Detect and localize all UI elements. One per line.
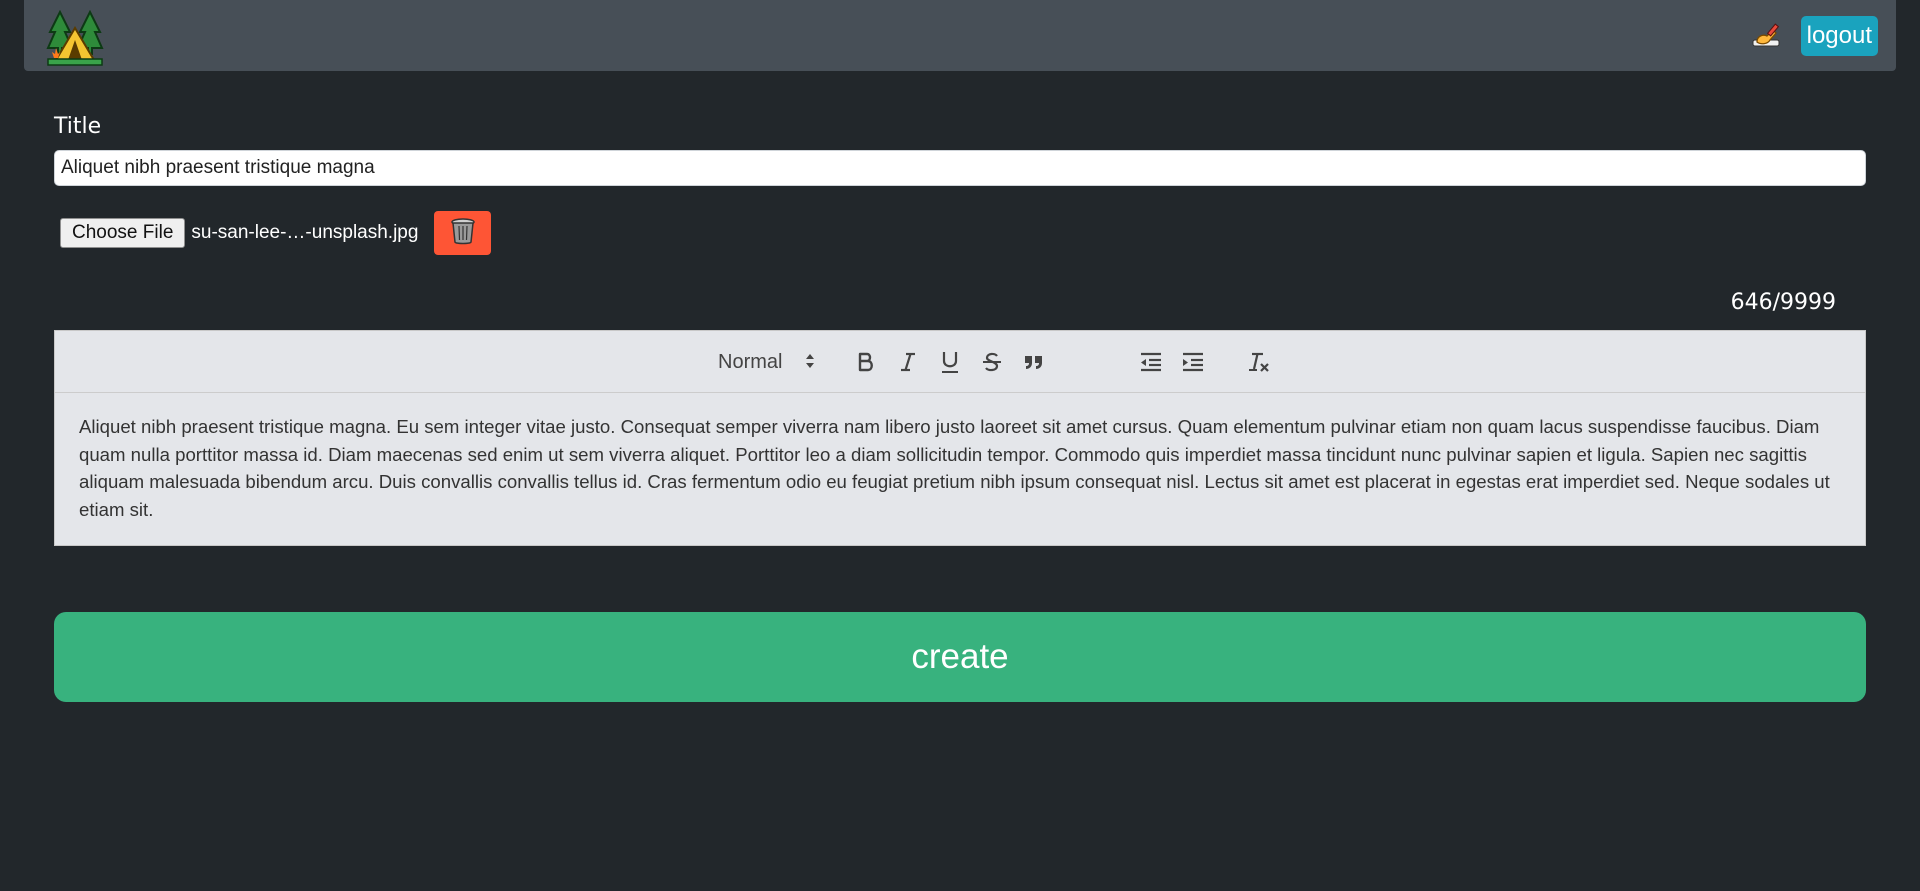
title-label: Title xyxy=(54,114,102,139)
editor-toolbar: Normal xyxy=(55,331,1865,393)
underline-icon[interactable] xyxy=(937,349,963,375)
file-upload-row: Choose File su-san-lee-…-unsplash.jpg xyxy=(54,211,1866,255)
trash-can-icon xyxy=(450,217,476,250)
heading-select-value: Normal xyxy=(718,350,783,373)
strikethrough-icon[interactable] xyxy=(979,349,1005,375)
logout-button[interactable]: logout xyxy=(1800,16,1878,56)
editor-content[interactable]: Aliquet nibh praesent tristique magna. E… xyxy=(55,393,1865,545)
create-post-form: Title Aliquet nibh praesent tristique ma… xyxy=(54,112,1866,546)
indent-icon[interactable] xyxy=(1179,349,1207,375)
outdent-icon[interactable] xyxy=(1137,349,1165,375)
rich-text-editor: Normal Aliquet nibh praesent tristique m… xyxy=(54,330,1866,546)
title-input[interactable]: Aliquet nibh praesent tristique magna xyxy=(54,150,1866,186)
create-button[interactable]: create xyxy=(54,612,1866,702)
choose-file-button[interactable]: Choose File xyxy=(60,218,186,248)
heading-select[interactable]: Normal xyxy=(718,349,818,375)
selected-file-name: su-san-lee-…-unsplash.jpg xyxy=(191,222,419,243)
italic-icon[interactable] xyxy=(895,349,921,375)
writing-hand-icon[interactable] xyxy=(1749,19,1783,53)
navbar: logout xyxy=(24,0,1896,71)
bold-icon[interactable] xyxy=(853,349,879,375)
character-counter: 646/9999 xyxy=(1730,290,1836,315)
camping-tent-icon[interactable] xyxy=(46,9,104,66)
select-arrows-icon xyxy=(804,351,816,377)
blockquote-icon[interactable] xyxy=(1021,349,1047,375)
clear-format-icon[interactable] xyxy=(1245,349,1273,375)
delete-image-button[interactable] xyxy=(434,211,492,255)
